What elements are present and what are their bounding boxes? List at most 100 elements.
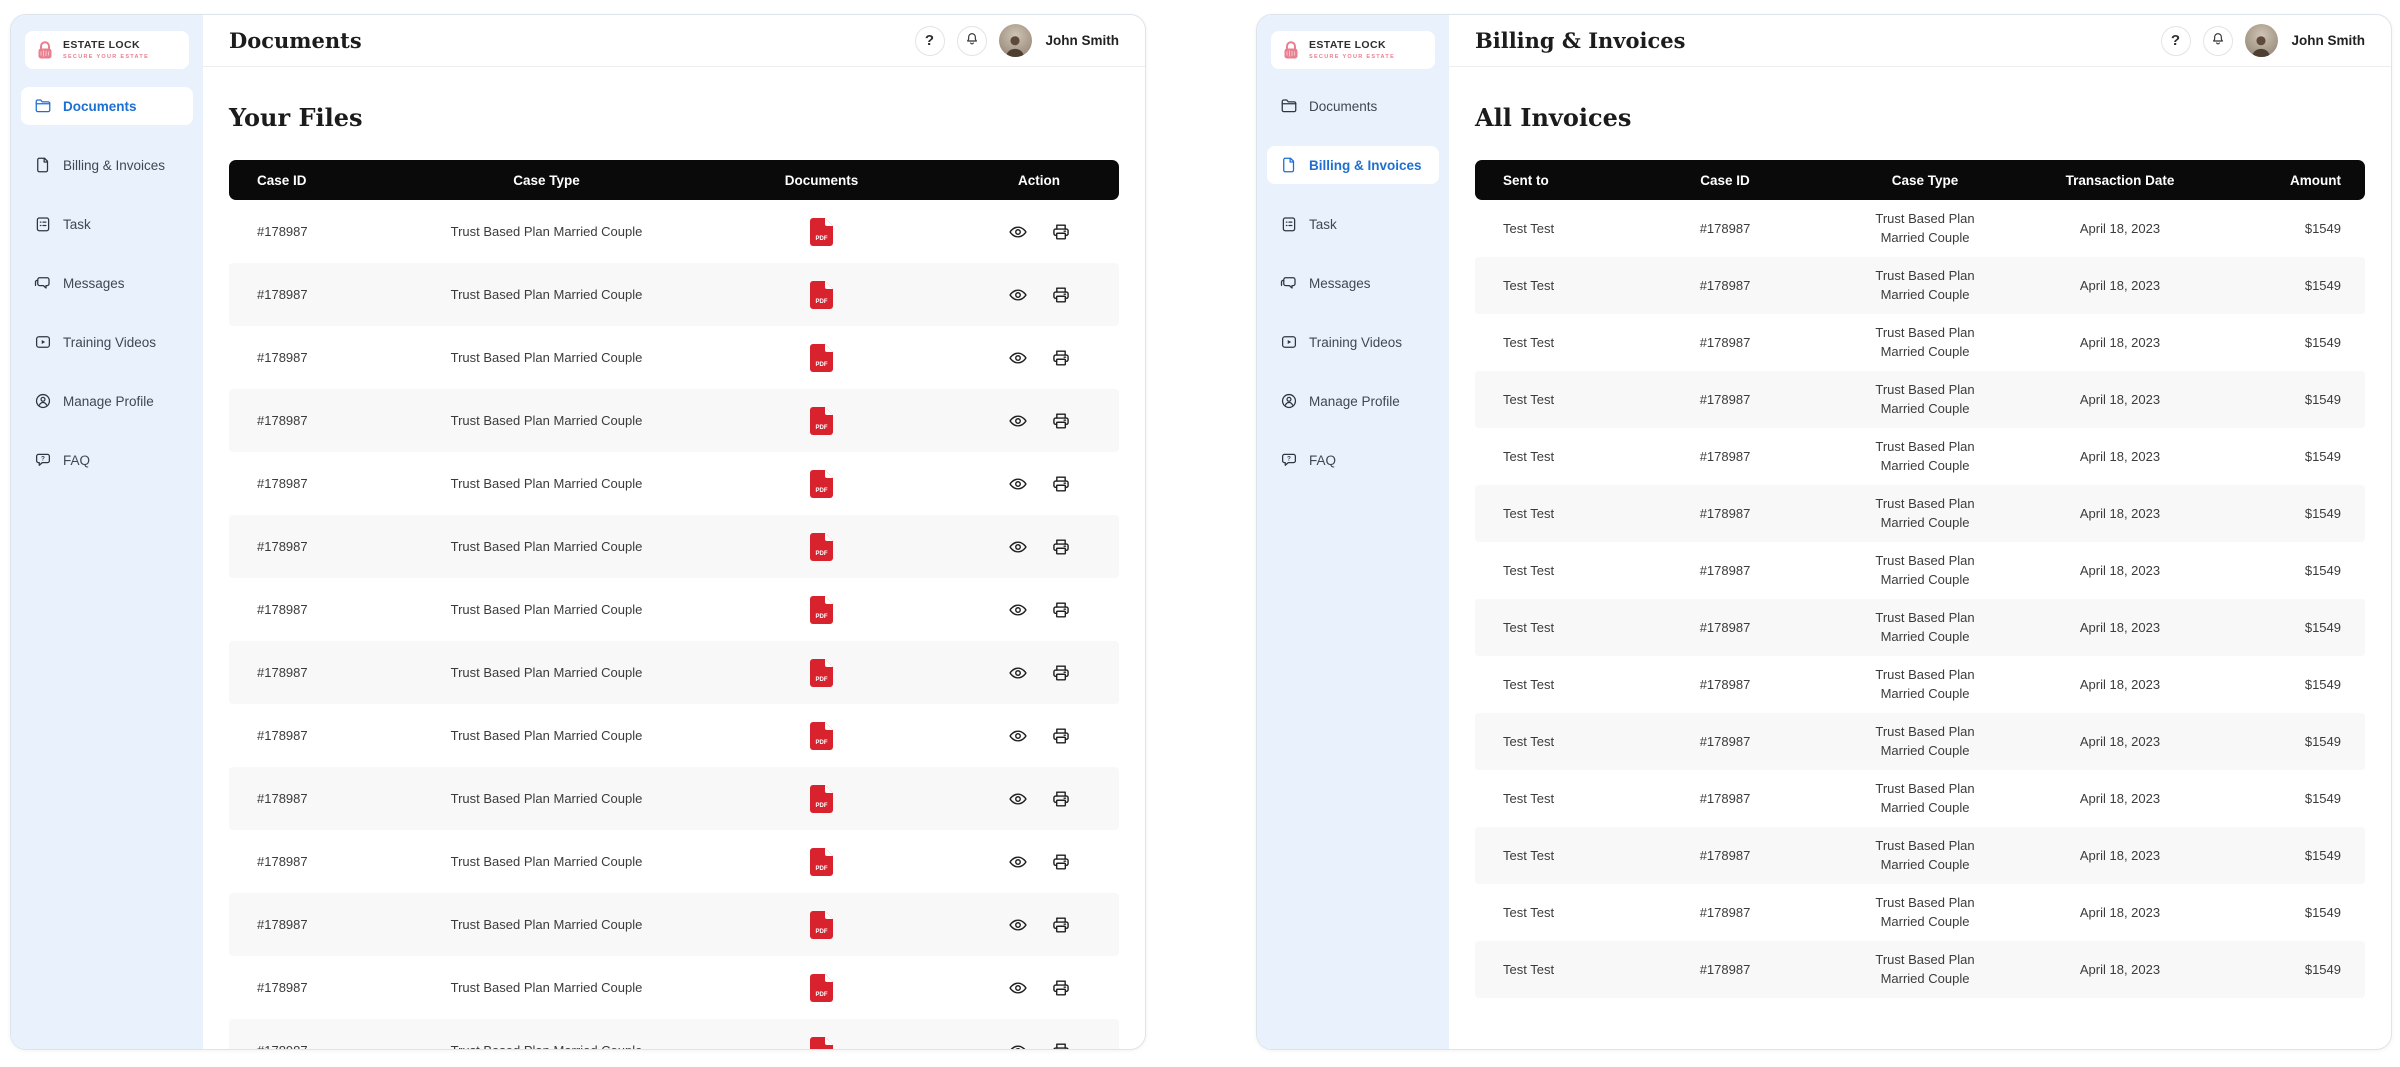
view-button[interactable] xyxy=(1008,411,1028,431)
topbar: Documents ? John Smith xyxy=(203,15,1145,67)
pdf-file-icon[interactable]: PDF xyxy=(810,344,833,372)
sidebar-item-faq[interactable]: ?FAQ xyxy=(1267,441,1439,479)
print-button[interactable] xyxy=(1051,726,1071,746)
cell-sent-to: Test Test xyxy=(1475,620,1625,635)
folder-icon xyxy=(34,97,52,115)
print-button[interactable] xyxy=(1051,537,1071,557)
print-button[interactable] xyxy=(1051,411,1071,431)
view-button[interactable] xyxy=(1008,222,1028,242)
help-button[interactable]: ? xyxy=(915,26,945,56)
cell-document: PDF xyxy=(684,911,959,939)
pdf-file-icon[interactable]: PDF xyxy=(810,911,833,939)
print-button[interactable] xyxy=(1051,1041,1071,1051)
help-button[interactable]: ? xyxy=(2161,26,2191,56)
user-name[interactable]: John Smith xyxy=(1046,33,1120,48)
view-button[interactable] xyxy=(1008,789,1028,809)
sidebar-item-faq[interactable]: ?FAQ xyxy=(21,441,193,479)
pdf-file-icon[interactable]: PDF xyxy=(810,533,833,561)
cell-case-id: #178987 xyxy=(1625,506,1825,521)
view-button[interactable] xyxy=(1008,1041,1028,1051)
print-button[interactable] xyxy=(1051,285,1071,305)
cell-case-type: Trust Based Plan Married Couple xyxy=(409,854,684,869)
sidebar-item-documents[interactable]: Documents xyxy=(1267,87,1439,125)
cell-transaction-date: April 18, 2023 xyxy=(2025,962,2215,977)
pdf-file-icon[interactable]: PDF xyxy=(810,974,833,1002)
sidebar-item-label: Training Videos xyxy=(63,335,156,350)
print-button[interactable] xyxy=(1051,474,1071,494)
table-row: Test Test#178987Trust Based Plan Married… xyxy=(1475,485,2365,542)
view-button[interactable] xyxy=(1008,537,1028,557)
pdf-file-icon[interactable]: PDF xyxy=(810,722,833,750)
lock-icon xyxy=(33,38,57,62)
view-button[interactable] xyxy=(1008,600,1028,620)
sidebar-item-messages[interactable]: Messages xyxy=(21,264,193,302)
cell-case-id: #178987 xyxy=(1625,563,1825,578)
column-header-case-type: Case Type xyxy=(409,173,684,188)
print-button[interactable] xyxy=(1051,348,1071,368)
cell-case-type: Trust Based Plan Married Couple xyxy=(409,917,684,932)
table-row: Test Test#178987Trust Based Plan Married… xyxy=(1475,599,2365,656)
sidebar-item-billing-invoices[interactable]: Billing & Invoices xyxy=(1267,146,1439,184)
cell-sent-to: Test Test xyxy=(1475,848,1625,863)
sidebar-item-manage-profile[interactable]: Manage Profile xyxy=(21,382,193,420)
pdf-file-icon[interactable]: PDF xyxy=(810,659,833,687)
sidebar-item-billing-invoices[interactable]: Billing & Invoices xyxy=(21,146,193,184)
sidebar-item-messages[interactable]: Messages xyxy=(1267,264,1439,302)
sidebar-item-task[interactable]: Task xyxy=(1267,205,1439,243)
cell-case-id: #178987 xyxy=(229,665,409,680)
user-name[interactable]: John Smith xyxy=(2292,33,2366,48)
print-button[interactable] xyxy=(1051,852,1071,872)
view-button[interactable] xyxy=(1008,852,1028,872)
brand-logo[interactable]: ESTATE LOCK SECURE YOUR ESTATE xyxy=(25,31,189,69)
sidebar-item-training-videos[interactable]: Training Videos xyxy=(21,323,193,361)
eye-icon xyxy=(1008,663,1028,683)
print-button[interactable] xyxy=(1051,222,1071,242)
avatar[interactable] xyxy=(999,24,1032,57)
pdf-file-icon[interactable]: PDF xyxy=(810,407,833,435)
cell-transaction-date: April 18, 2023 xyxy=(2025,335,2215,350)
view-button[interactable] xyxy=(1008,348,1028,368)
notifications-button[interactable] xyxy=(2203,26,2233,56)
print-button[interactable] xyxy=(1051,789,1071,809)
view-button[interactable] xyxy=(1008,726,1028,746)
print-button[interactable] xyxy=(1051,600,1071,620)
cell-case-id: #178987 xyxy=(1625,620,1825,635)
view-button[interactable] xyxy=(1008,663,1028,683)
pdf-file-icon[interactable]: PDF xyxy=(810,848,833,876)
print-button[interactable] xyxy=(1051,915,1071,935)
notifications-button[interactable] xyxy=(957,26,987,56)
print-button[interactable] xyxy=(1051,663,1071,683)
cell-case-type: Trust Based Plan Married Couple xyxy=(1825,951,2025,989)
view-button[interactable] xyxy=(1008,915,1028,935)
sidebar-item-label: FAQ xyxy=(63,453,90,468)
view-button[interactable] xyxy=(1008,285,1028,305)
pdf-file-icon[interactable]: PDF xyxy=(810,218,833,246)
cell-amount: $1549 xyxy=(2215,449,2365,464)
view-button[interactable] xyxy=(1008,474,1028,494)
cell-transaction-date: April 18, 2023 xyxy=(2025,677,2215,692)
sidebar-item-manage-profile[interactable]: Manage Profile xyxy=(1267,382,1439,420)
cell-action xyxy=(959,663,1119,683)
content: Your Files Case ID Case Type Documents A… xyxy=(203,67,1145,1050)
pdf-file-icon[interactable]: PDF xyxy=(810,281,833,309)
brand-tagline: SECURE YOUR ESTATE xyxy=(63,54,149,60)
brand-logo[interactable]: ESTATE LOCK SECURE YOUR ESTATE xyxy=(1271,31,1435,69)
pdf-file-icon[interactable]: PDF xyxy=(810,1037,833,1051)
eye-icon xyxy=(1008,852,1028,872)
pdf-file-icon[interactable]: PDF xyxy=(810,785,833,813)
sidebar-item-training-videos[interactable]: Training Videos xyxy=(1267,323,1439,361)
cell-action xyxy=(959,726,1119,746)
pdf-file-icon[interactable]: PDF xyxy=(810,596,833,624)
table-row: #178987Trust Based Plan Married CouplePD… xyxy=(229,515,1119,578)
svg-text:PDF: PDF xyxy=(816,299,828,305)
cell-case-id: #178987 xyxy=(1625,392,1825,407)
sidebar-item-task[interactable]: Task xyxy=(21,205,193,243)
cell-action xyxy=(959,789,1119,809)
cell-action xyxy=(959,1041,1119,1051)
sidebar-item-documents[interactable]: Documents xyxy=(21,87,193,125)
view-button[interactable] xyxy=(1008,978,1028,998)
print-button[interactable] xyxy=(1051,978,1071,998)
cell-case-type: Trust Based Plan Married Couple xyxy=(1825,609,2025,647)
avatar[interactable] xyxy=(2245,24,2278,57)
pdf-file-icon[interactable]: PDF xyxy=(810,470,833,498)
